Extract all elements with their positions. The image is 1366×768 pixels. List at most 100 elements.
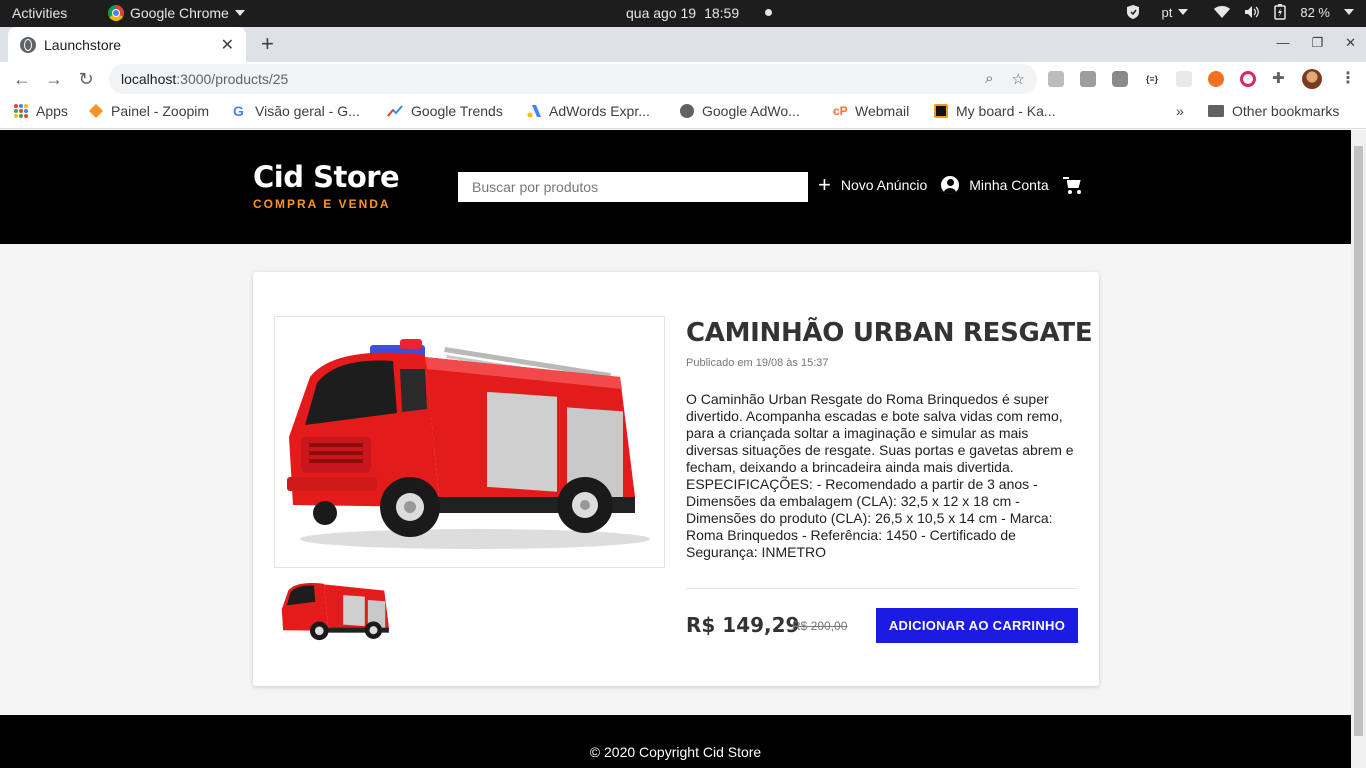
product-thumbnail[interactable] — [274, 572, 402, 650]
product-info: CAMINHÃO URBAN RESGATE Publicado em 19/0… — [686, 318, 1093, 589]
published-date: Publicado em 19/08 às 15:37 — [686, 357, 829, 369]
globe-icon — [680, 104, 694, 118]
search-input[interactable] — [458, 172, 808, 202]
chevron-down-icon — [1178, 9, 1189, 15]
bookmark-visao-geral[interactable]: G Visão geral - G... — [233, 103, 360, 119]
puzzle-icon[interactable]: ✚ — [1272, 71, 1288, 87]
scrollbar-thumb[interactable] — [1354, 146, 1363, 736]
json-extension-icon[interactable]: {≡} — [1144, 71, 1160, 87]
battery-icon — [1274, 4, 1287, 20]
product-title: CAMINHÃO URBAN RESGATE — [686, 318, 1093, 348]
app-name: Google Chrome — [130, 5, 229, 21]
bookmark-apps[interactable]: Apps — [14, 103, 68, 119]
shield-icon — [1126, 5, 1139, 19]
new-ad-label: Novo Anúncio — [840, 177, 928, 193]
bookmark-label: Apps — [36, 103, 68, 119]
clock[interactable]: qua ago 19 18:59 — [626, 5, 773, 21]
extension-2-icon[interactable] — [1080, 71, 1096, 87]
bookmark-adwords-express[interactable]: AdWords Expr... — [527, 103, 650, 119]
forward-arrow-icon[interactable]: → — [42, 68, 66, 90]
adwords-icon — [527, 105, 541, 118]
product-main-image — [274, 316, 665, 568]
copyright-text: © 2020 Copyright Cid Store — [589, 744, 762, 760]
bookmark-label: Google Trends — [411, 103, 503, 119]
other-bookmarks-label: Other bookmarks — [1232, 103, 1340, 119]
site-footer: © 2020 Copyright Cid Store — [0, 715, 1351, 768]
plus-icon: + — [818, 172, 831, 197]
address-bar[interactable]: i localhost:3000/products/25 ⌕ ☆ — [109, 64, 1037, 124]
zoopim-icon — [89, 104, 103, 118]
account-link[interactable]: Minha Conta — [941, 176, 1049, 194]
zoom-icon[interactable]: ⌕ — [985, 70, 993, 88]
volume-icon — [1245, 6, 1260, 18]
close-window-icon[interactable]: ✕ — [1345, 35, 1356, 51]
notification-dot-icon — [765, 9, 773, 16]
vertical-scrollbar[interactable] — [1351, 130, 1366, 768]
extension-4-icon[interactable] — [1208, 71, 1224, 87]
browser-tab[interactable]: Launchstore ✕ — [8, 27, 246, 62]
cpanel-icon: cP — [833, 104, 848, 118]
fire-truck-illustration — [287, 339, 650, 549]
bookmark-webmail[interactable]: cP Webmail — [833, 103, 909, 119]
site-header: Cid Store COMPRA E VENDA + Novo Anúncio … — [0, 130, 1351, 244]
overflow-chevron-icon: » — [1176, 103, 1184, 119]
system-tray[interactable]: pt 82 % — [1126, 4, 1354, 20]
keyboard-layout[interactable]: pt — [1162, 5, 1189, 20]
camera-icon[interactable] — [1112, 71, 1128, 87]
shopping-cart-icon[interactable] — [1062, 176, 1083, 194]
divider — [686, 588, 1078, 589]
other-bookmarks[interactable]: Other bookmarks — [1208, 103, 1339, 119]
old-price: R$ 200,00 — [792, 619, 848, 633]
chevron-down-icon — [234, 10, 245, 16]
price-row: R$ 149,29 R$ 200,00 ADICIONAR AO CARRINH… — [686, 608, 1078, 644]
bookmark-label: Google AdWo... — [702, 103, 800, 119]
close-tab-icon[interactable]: ✕ — [221, 35, 234, 55]
profile-avatar[interactable] — [1302, 69, 1322, 89]
app-menu[interactable]: Google Chrome — [108, 5, 245, 21]
restore-icon[interactable]: ❐ — [1311, 35, 1323, 51]
trends-icon — [387, 105, 403, 117]
keyboard-lang: pt — [1161, 4, 1173, 20]
minimize-icon[interactable]: — — [1276, 35, 1289, 51]
reload-icon[interactable]: ↻ — [74, 68, 98, 90]
account-label: Minha Conta — [969, 177, 1049, 193]
extension-3-icon[interactable] — [1176, 71, 1192, 87]
chrome-icon — [108, 5, 124, 21]
extension-5-icon[interactable] — [1240, 71, 1256, 87]
add-to-cart-button[interactable]: ADICIONAR AO CARRINHO — [876, 608, 1078, 643]
back-arrow-icon[interactable]: ← — [10, 68, 34, 90]
product-description: O Caminhão Urban Resgate do Roma Brinque… — [686, 391, 1074, 560]
google-g-icon: G — [233, 103, 244, 119]
site-logo[interactable]: Cid Store COMPRA E VENDA — [253, 160, 400, 211]
tab-title: Launchstore — [44, 36, 122, 53]
logo-title: Cid Store — [253, 160, 400, 194]
globe-icon — [20, 36, 36, 53]
bookmarks-overflow[interactable]: » — [1176, 103, 1184, 119]
bookmark-my-board[interactable]: My board - Ka... — [934, 103, 1056, 119]
wifi-icon — [1214, 6, 1231, 18]
activities-button[interactable]: Activities — [12, 5, 67, 21]
apps-grid-icon — [14, 104, 28, 118]
bookmark-zoopim[interactable]: Painel - Zoopim — [89, 103, 209, 119]
logo-subtitle: COMPRA E VENDA — [253, 197, 391, 211]
bookmark-google-adwords[interactable]: Google AdWo... — [680, 103, 800, 119]
browser-toolbar: ← → ↻ i localhost:3000/products/25 ⌕ ☆ {… — [0, 62, 1366, 124]
bookmark-google-trends[interactable]: Google Trends — [387, 103, 503, 119]
extension-1-icon[interactable] — [1048, 71, 1064, 87]
header-nav: + Novo Anúncio Minha Conta — [818, 172, 1083, 197]
more-menu-icon[interactable]: ⋮ — [1340, 68, 1356, 88]
fire-truck-thumbnail-icon — [281, 583, 389, 641]
new-ad-link[interactable]: + Novo Anúncio — [818, 172, 928, 197]
bookmark-star-icon[interactable]: ☆ — [1012, 70, 1025, 88]
bookmark-label: Webmail — [855, 103, 910, 119]
chevron-down-icon — [1344, 9, 1354, 15]
url-path: :3000/products/25 — [176, 71, 289, 87]
clock-date: qua ago 19 — [626, 5, 697, 21]
account-circle-icon — [941, 176, 960, 194]
clock-time: 18:59 — [704, 5, 740, 21]
new-tab-button[interactable]: + — [261, 33, 274, 55]
product-price: R$ 149,29 — [686, 613, 800, 637]
page-viewport: Cid Store COMPRA E VENDA + Novo Anúncio … — [0, 130, 1351, 768]
system-top-bar: Activities Google Chrome qua ago 19 18:5… — [0, 0, 1366, 27]
window-controls: — ❐ ✕ — [1276, 35, 1356, 51]
